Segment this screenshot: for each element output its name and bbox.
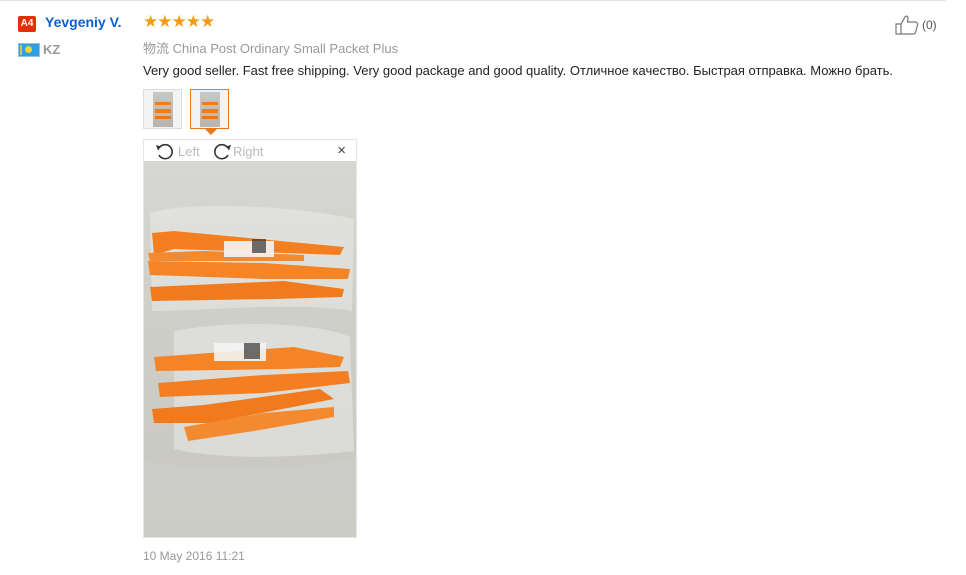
reviewer-country: KZ: [43, 42, 61, 57]
review-photo-thumbnail-2[interactable]: [190, 89, 229, 129]
thumbs-up-icon: [895, 15, 919, 35]
logistics-label: 物流: [143, 41, 170, 56]
buyer-level-badge: A4: [18, 16, 36, 32]
rotate-right-label: Right: [233, 143, 264, 159]
selected-thumbnail-pointer: [205, 129, 217, 135]
review-photo-large: [144, 161, 356, 537]
top-divider: [0, 0, 946, 1]
helpful-button[interactable]: (0): [895, 15, 937, 35]
rotate-left-icon: [156, 143, 173, 160]
product-photo-image: [144, 205, 356, 537]
viewer-toolbar: Left Right ×: [144, 140, 356, 161]
reviewer-name[interactable]: Yevgeniy V.: [45, 14, 122, 30]
shipping-method: 物流 China Post Ordinary Small Packet Plus: [143, 38, 398, 57]
rotate-left-button[interactable]: Left: [155, 142, 200, 160]
review-text: Very good seller. Fast free shipping. Ve…: [143, 63, 894, 78]
close-viewer-button[interactable]: ×: [337, 142, 346, 159]
rotate-right-icon: [214, 143, 231, 160]
rotate-left-label: Left: [178, 143, 200, 159]
rotate-right-button[interactable]: Right: [210, 142, 263, 160]
shipping-method-text: China Post Ordinary Small Packet Plus: [172, 41, 399, 56]
kazakhstan-flag-icon: [18, 43, 40, 57]
review-photo-thumbnail-1[interactable]: [143, 89, 182, 129]
star-rating: ★★★★★: [143, 12, 215, 31]
photo-viewer: Left Right ×: [143, 139, 357, 538]
helpful-count: (0): [922, 18, 937, 32]
review-timestamp: 10 May 2016 11:21: [143, 549, 245, 563]
